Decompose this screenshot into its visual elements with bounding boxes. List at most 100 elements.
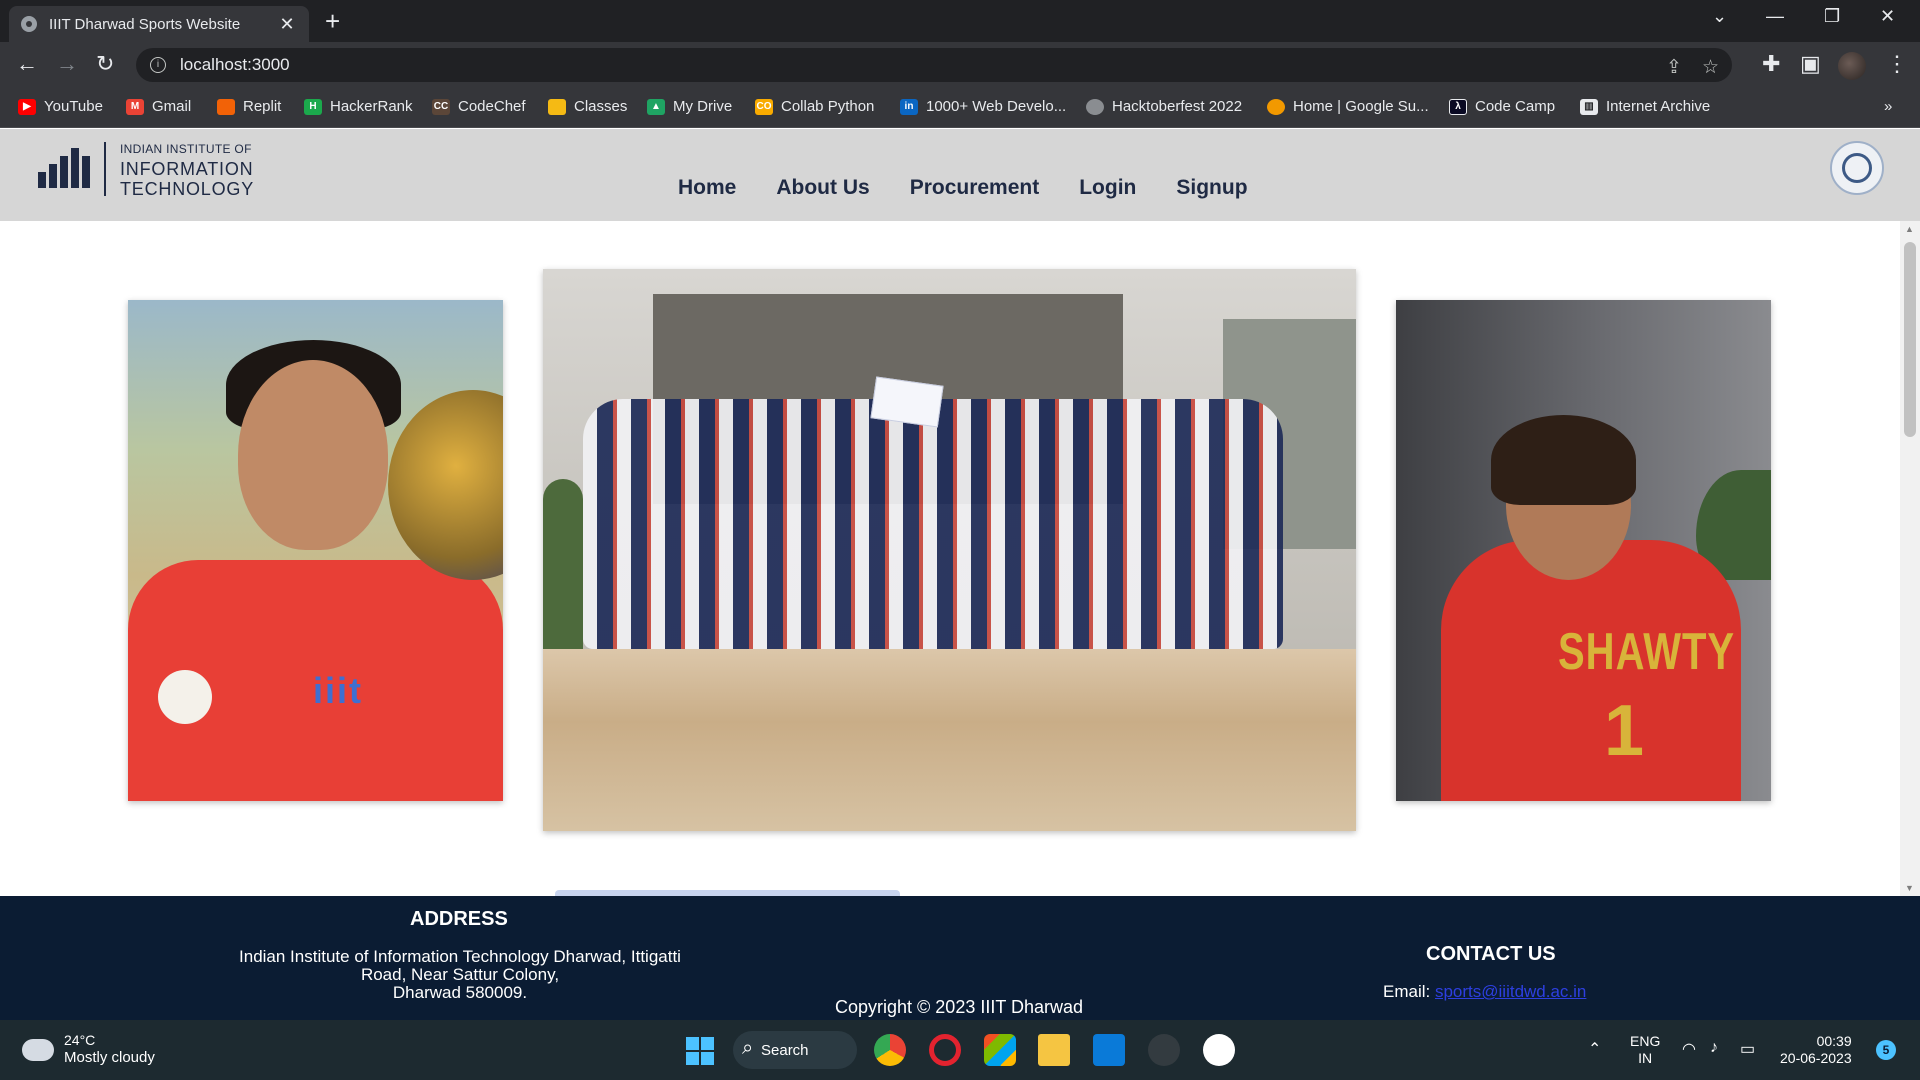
taskbar-search[interactable]: Search [733, 1031, 857, 1069]
jersey-logo: iiit [313, 670, 363, 711]
nav-signup[interactable]: Signup [1176, 176, 1247, 200]
battery-icon[interactable]: ▭ [1740, 1039, 1755, 1059]
iiit-logo[interactable]: INDIAN INSTITUTE OF INFORMATION TECHNOLO… [36, 139, 254, 199]
drive-icon: ▲ [647, 98, 665, 115]
nav-home[interactable]: Home [678, 176, 736, 200]
share-icon[interactable]: ⇪ [1666, 56, 1682, 79]
contact-heading: CONTACT US [1426, 943, 1556, 965]
windows-taskbar: 24°C Mostly cloudy Search ⌃ ENG IN ◠ ♪ ▭… [0, 1020, 1920, 1080]
cloud-icon [22, 1032, 54, 1061]
weather-widget[interactable]: 24°C Mostly cloudy [22, 1032, 155, 1067]
site-info-icon[interactable]: i [150, 57, 166, 73]
menu-icon[interactable]: ⋮ [1886, 52, 1908, 76]
side-panel-icon[interactable]: ▣ [1800, 52, 1821, 76]
logo-line-1: INDIAN INSTITUTE OF [120, 142, 252, 156]
linkedin-icon: in [900, 98, 918, 115]
forward-icon[interactable]: → [56, 52, 78, 76]
copyright-text: Copyright © 2023 IIIT Dharwad [835, 997, 1084, 1017]
windows-start-icon[interactable] [686, 1037, 714, 1065]
classroom-icon [548, 98, 566, 115]
scroll-down-icon[interactable]: ▼ [1905, 883, 1914, 893]
bookmark-hackerrank[interactable]: H HackerRank [304, 98, 413, 115]
site-footer: ADDRESS Indian Institute of Information … [0, 896, 1920, 1020]
url-text[interactable]: localhost:3000 [180, 55, 290, 75]
youtube-icon: ▶ [18, 98, 36, 115]
bookmark-code-camp[interactable]: λ Code Camp [1449, 98, 1555, 115]
microsoft-store-icon[interactable] [984, 1034, 1016, 1066]
bookmark-star-icon[interactable]: ☆ [1702, 56, 1719, 79]
site-header: INDIAN INSTITUTE OF INFORMATION TECHNOLO… [0, 129, 1920, 221]
back-icon[interactable]: ← [16, 52, 38, 76]
vscode-icon[interactable] [1093, 1034, 1125, 1066]
sports-seal-logo [1830, 141, 1884, 195]
profile-avatar[interactable] [1838, 52, 1866, 80]
mongodb-compass-icon[interactable] [1203, 1034, 1235, 1066]
hackerrank-icon: H [304, 98, 322, 115]
replit-icon [217, 98, 235, 115]
logo-divider [104, 142, 106, 196]
new-tab-button[interactable]: + [325, 8, 340, 34]
bookmarks-bar: ▶ YouTube M Gmail Replit H HackerRank CC Cod… [0, 88, 1920, 128]
team-group-photo [543, 269, 1356, 831]
volleyball [388, 390, 503, 580]
extensions-icon[interactable]: ✚ [1762, 52, 1780, 76]
nav-login[interactable]: Login [1079, 176, 1136, 200]
email-link[interactable]: sports@iiitdwd.ac.in [1435, 982, 1586, 1001]
tab-title: IIIT Dharwad Sports Website [49, 15, 241, 33]
address-text: Indian Institute of Information Technolo… [239, 947, 681, 1002]
scrollbar-thumb[interactable] [1904, 242, 1916, 437]
bookmark-my-drive[interactable]: ▲ My Drive [647, 98, 732, 115]
logo-line-2: INFORMATION [120, 159, 254, 179]
bookmark-codechef[interactable]: CC CodeChef [432, 98, 526, 115]
close-icon[interactable]: ✕ [277, 14, 297, 35]
sun-icon [1267, 98, 1285, 115]
bookmark-youtube[interactable]: ▶ YouTube [18, 98, 103, 115]
file-explorer-icon[interactable] [1038, 1034, 1070, 1066]
nav-about-us[interactable]: About Us [776, 176, 869, 200]
main-nav: Home About Us Procurement Login Signup [678, 176, 1288, 200]
contact-email: Email: sports@iiitdwd.ac.in [1383, 982, 1587, 1001]
browser-tab[interactable]: IIIT Dharwad Sports Website ✕ [9, 6, 309, 42]
more-bookmarks-icon[interactable]: » [1884, 98, 1892, 115]
team-members [583, 399, 1283, 649]
bookmark-hacktoberfest[interactable]: Hacktoberfest 2022 [1086, 98, 1242, 115]
reload-icon[interactable]: ↻ [96, 52, 114, 76]
logo-text: INDIAN INSTITUTE OF INFORMATION TECHNOLO… [120, 139, 254, 199]
hero-gallery: iiit SHAWTY 1 [0, 221, 1900, 896]
player-portrait-left: iiit [128, 300, 503, 801]
nav-procurement[interactable]: Procurement [910, 176, 1040, 200]
alien-app-icon[interactable] [1148, 1034, 1180, 1066]
window-close-button[interactable]: ✕ [1880, 6, 1895, 27]
jersey-number: 1 [1604, 691, 1645, 771]
bookmark-gmail[interactable]: M Gmail [126, 98, 191, 115]
bookmark-collab-python[interactable]: CO Collab Python [755, 98, 874, 115]
globe-icon [21, 16, 37, 32]
weather-temperature: 24°C [64, 1032, 96, 1048]
language-indicator[interactable]: ENG IN [1630, 1033, 1660, 1067]
notification-badge[interactable]: 5 [1876, 1040, 1896, 1060]
bookmark-google-sites[interactable]: Home | Google Su... [1267, 98, 1429, 115]
tab-search-icon[interactable]: ⌄ [1712, 6, 1727, 27]
colab-icon: CO [755, 98, 773, 115]
scroll-up-icon[interactable]: ▲ [1905, 224, 1914, 234]
chrome-icon[interactable] [874, 1034, 906, 1066]
bookmark-classes[interactable]: Classes [548, 98, 627, 115]
bookmark-internet-archive[interactable]: ▥ Internet Archive [1580, 98, 1710, 115]
volume-icon[interactable]: ♪ [1710, 1039, 1718, 1057]
freecodecamp-icon: λ [1449, 98, 1467, 115]
logo-line-3: TECHNOLOGY [120, 179, 255, 199]
opera-icon[interactable] [929, 1034, 961, 1066]
browser-toolbar: ← → ↻ i localhost:3000 ⇪ ☆ ✚ ▣ ⋮ [0, 42, 1920, 88]
clock[interactable]: 00:39 20-06-2023 [1780, 1033, 1852, 1067]
weather-description: Mostly cloudy [64, 1049, 155, 1066]
bookmark-web-dev[interactable]: in 1000+ Web Develo... [900, 98, 1066, 115]
address-heading: ADDRESS [410, 908, 508, 930]
address-bar[interactable]: i localhost:3000 ⇪ ☆ [136, 48, 1732, 82]
minimize-button[interactable]: — [1766, 6, 1784, 27]
chevron-up-icon[interactable]: ⌃ [1588, 1039, 1601, 1059]
restore-button[interactable]: ❐ [1824, 6, 1840, 27]
page-scrollbar[interactable]: ▲ ▼ [1900, 221, 1920, 896]
bookmark-replit[interactable]: Replit [217, 98, 281, 115]
wifi-icon[interactable]: ◠ [1682, 1039, 1696, 1059]
archive-icon: ▥ [1580, 98, 1598, 115]
